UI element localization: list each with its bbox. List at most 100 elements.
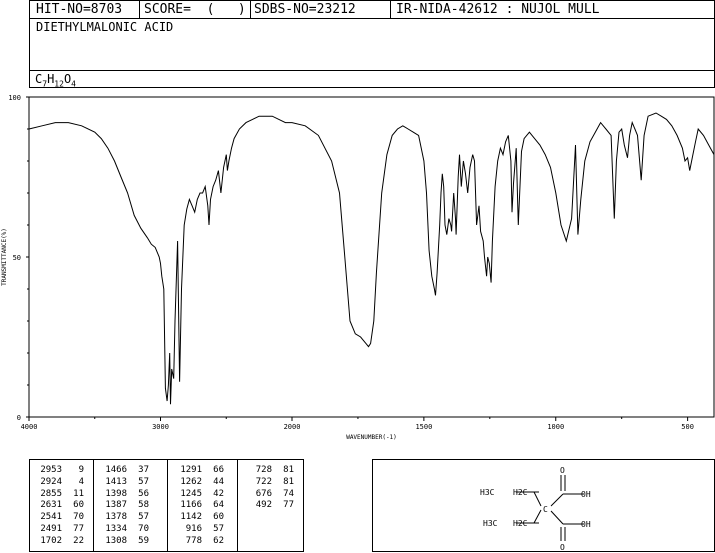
sdbs-no: SDBS-NO=23212 [254, 2, 356, 17]
peak-row: 1702 22 [34, 536, 84, 548]
peak-row: 1142 60 [174, 512, 224, 524]
peak-transmittance: 66 [213, 465, 224, 475]
peak-row: 1398 56 [99, 489, 149, 501]
peak-row: 916 57 [174, 524, 224, 536]
oh-bottom-label: OH [581, 520, 591, 529]
peak-transmittance: 22 [73, 535, 84, 546]
peak-wavenumber: 728 [255, 465, 272, 475]
x-tick-label: 4000 [21, 423, 38, 431]
peak-transmittance: 56 [138, 488, 149, 499]
spectrum-line [28, 112, 715, 405]
ir-nida: IR-NIDA-42612 : NUJOL MULL [396, 2, 600, 17]
peak-transmittance: 77 [73, 523, 84, 534]
h3c-bottom-label: H3C [483, 519, 498, 528]
peak-column: 2953 9 2924 4 2855 11 2631 60 2541 70 2491 77 1702 22 [34, 465, 84, 548]
peak-row: 2541 70 [34, 512, 84, 524]
peak-row: 1166 64 [174, 500, 224, 512]
peak-table: 2953 9 2924 4 2855 11 2631 60 2541 70 2491 77 1702 22… [29, 459, 304, 552]
divider [139, 1, 140, 19]
peak-row: 2855 11 [34, 489, 84, 501]
peak-row: 722 81 [244, 477, 294, 489]
peak-transmittance: 9 [78, 465, 84, 475]
oxygen-bottom-label: O [560, 543, 565, 551]
peak-transmittance: 77 [283, 500, 294, 511]
peak-wavenumber: 1142 [180, 512, 202, 523]
peak-transmittance: 37 [138, 465, 149, 475]
peak-row: 1387 58 [99, 500, 149, 512]
peak-row: 2953 9 [34, 465, 84, 477]
peak-row: 1413 57 [99, 477, 149, 489]
formula-box: C7H12O4 [29, 70, 715, 88]
peak-row: 1466 37 [99, 465, 149, 477]
peak-column-divider [93, 460, 94, 551]
peak-wavenumber: 2491 [40, 523, 62, 534]
divider [250, 1, 251, 19]
peak-row: 2631 60 [34, 500, 84, 512]
peak-transmittance: 57 [138, 512, 149, 523]
molecular-formula: C7H12O4 [35, 72, 76, 89]
peak-row: 2924 4 [34, 477, 84, 489]
peak-column: 728 81 722 81 676 74 492 77 [244, 465, 294, 512]
divider [390, 1, 391, 19]
peak-transmittance: 70 [138, 523, 149, 534]
header-bar: HIT-NO=8703 SCORE= ( ) SDBS-NO=23212 IR-… [29, 0, 715, 19]
peak-transmittance: 57 [213, 523, 224, 534]
peak-wavenumber: 1702 [40, 535, 62, 546]
h3c-top-label: H3C [480, 488, 495, 497]
peak-wavenumber: 1308 [105, 535, 127, 546]
peak-transmittance: 59 [138, 535, 149, 546]
peak-row: 778 62 [174, 536, 224, 548]
oh-top-label: OH [581, 490, 591, 499]
compound-name: DIETHYLMALONIC ACID [36, 20, 174, 34]
y-axis-label: TRANSMITTANCE(%) [1, 228, 8, 286]
peak-transmittance: 58 [138, 500, 149, 511]
peak-row: 1334 70 [99, 524, 149, 536]
hit-no: HIT-NO=8703 [36, 2, 123, 17]
peak-transmittance: 60 [73, 500, 84, 511]
x-axis-label: WAVENUMBER(-1) [346, 434, 397, 441]
y-tick-label: 50 [13, 254, 21, 262]
peak-column-divider [167, 460, 168, 551]
peak-wavenumber: 2924 [40, 476, 62, 487]
y-tick-label: 100 [8, 94, 21, 102]
peak-wavenumber: 722 [255, 476, 272, 487]
peak-wavenumber: 1334 [105, 523, 127, 534]
x-tick-label: 3000 [152, 423, 169, 431]
peak-wavenumber: 1413 [105, 476, 127, 487]
peak-wavenumber: 1378 [105, 512, 127, 523]
peak-wavenumber: 1387 [105, 500, 127, 511]
peak-row: 1291 66 [174, 465, 224, 477]
peak-wavenumber: 1262 [180, 476, 202, 487]
peak-transmittance: 62 [213, 535, 224, 546]
peak-transmittance: 42 [213, 488, 224, 499]
peak-wavenumber: 1291 [180, 465, 202, 475]
peak-row: 1262 44 [174, 477, 224, 489]
peak-transmittance: 60 [213, 512, 224, 523]
peak-transmittance: 81 [283, 476, 294, 487]
compound-name-box: DIETHYLMALONIC ACID [29, 18, 715, 71]
peak-transmittance: 57 [138, 476, 149, 487]
peak-wavenumber: 2855 [40, 488, 62, 499]
structure-diagram: H3C H2C H3C H2C C O OH O OH [480, 466, 591, 551]
peak-wavenumber: 1166 [180, 500, 202, 511]
peak-wavenumber: 2631 [40, 500, 62, 511]
score: SCORE= ( ) [144, 2, 246, 17]
peak-wavenumber: 778 [185, 535, 202, 546]
x-tick-label: 1000 [547, 423, 564, 431]
h2c-bottom-label: H2C [513, 519, 528, 528]
peak-row: 492 77 [244, 500, 294, 512]
structure-box: H3C H2C H3C H2C C O OH O OH [372, 459, 715, 552]
peak-row: 676 74 [244, 489, 294, 501]
oxygen-top-label: O [560, 466, 565, 475]
peak-column: 1291 66 1262 44 1245 42 1166 64 1142 60 916 57 778 62 [174, 465, 224, 548]
peak-transmittance: 4 [78, 476, 84, 487]
h2c-top-label: H2C [513, 488, 528, 497]
x-tick-label: 500 [681, 423, 694, 431]
peak-wavenumber: 492 [255, 500, 272, 511]
peak-column-divider [237, 460, 238, 551]
peak-column: 1466 37 1413 57 1398 56 1387 58 1378 57 1334 70 1308… [99, 465, 149, 548]
y-tick-label: 0 [17, 414, 21, 422]
peak-wavenumber: 1466 [105, 465, 127, 475]
peak-wavenumber: 1245 [180, 488, 202, 499]
peak-row: 728 81 [244, 465, 294, 477]
